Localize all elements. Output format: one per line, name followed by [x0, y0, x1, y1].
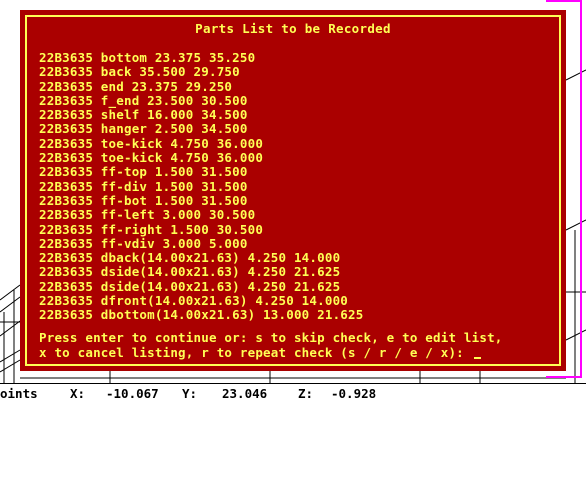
part-row: 22B3635 dside(14.00x21.63) 4.250 21.625	[39, 264, 341, 280]
part-row: 22B3635 ff-left 3.000 30.500	[39, 207, 256, 223]
part-row: 22B3635 ff-bot 1.500 31.500	[39, 192, 248, 208]
part-row: 22B3635 dfront(14.00x21.63) 4.250 14.000	[39, 293, 349, 309]
command-prompt[interactable]: Press enter to continue or: s to skip ch…	[39, 330, 503, 360]
part-row: 22B3635 hanger 2.500 34.500	[39, 121, 248, 137]
status-bar: oints X: -10.067 Y: 23.046 Z: -0.928	[0, 383, 586, 405]
part-row: 22B3635 bottom 23.375 35.250	[39, 50, 256, 65]
x-coord-label: X:	[70, 386, 86, 401]
part-row: 22B3635 toe-kick 4.750 36.000	[39, 135, 264, 151]
x-coord-value: -10.067	[106, 386, 159, 401]
prompt-line-1: Press enter to continue or: s to skip ch…	[39, 330, 503, 345]
part-row: 22B3635 back 35.500 29.750	[39, 64, 240, 80]
part-row: 22B3635 dback(14.00x21.63) 4.250 14.000	[39, 250, 341, 266]
part-row: 22B3635 ff-top 1.500 31.500	[39, 164, 248, 180]
z-coord-value: -0.928	[331, 386, 377, 401]
y-coord-value: 23.046	[222, 386, 268, 401]
part-row: 22B3635 ff-div 1.500 31.500	[39, 178, 248, 194]
part-row: 22B3635 dbottom(14.00x21.63) 13.000 21.6…	[39, 307, 364, 323]
part-row: 22B3635 end 23.375 29.250	[39, 78, 233, 94]
text-cursor	[473, 357, 481, 359]
dialog-title: Parts List to be Recorded	[195, 21, 391, 36]
part-row: 22B3635 shelf 16.000 34.500	[39, 107, 248, 123]
z-coord-label: Z:	[298, 386, 314, 401]
y-coord-label: Y:	[182, 386, 198, 401]
part-row: 22B3635 ff-vdiv 3.000 5.000	[39, 235, 248, 251]
part-row: 22B3635 f_end 23.500 30.500	[39, 92, 248, 108]
part-row: 22B3635 ff-right 1.500 30.500	[39, 221, 264, 237]
parts-list: 22B3635 bottom 23.375 35.250 22B3635 bac…	[39, 50, 364, 323]
snap-mode-label: oints	[0, 386, 38, 401]
part-row: 22B3635 dside(14.00x21.63) 4.250 21.625	[39, 278, 341, 294]
part-row: 22B3635 toe-kick 4.750 36.000	[39, 150, 264, 166]
parts-list-dialog: Parts List to be Recorded 22B3635 bottom…	[20, 10, 566, 371]
prompt-line-2: x to cancel listing, r to repeat check (…	[39, 345, 472, 360]
